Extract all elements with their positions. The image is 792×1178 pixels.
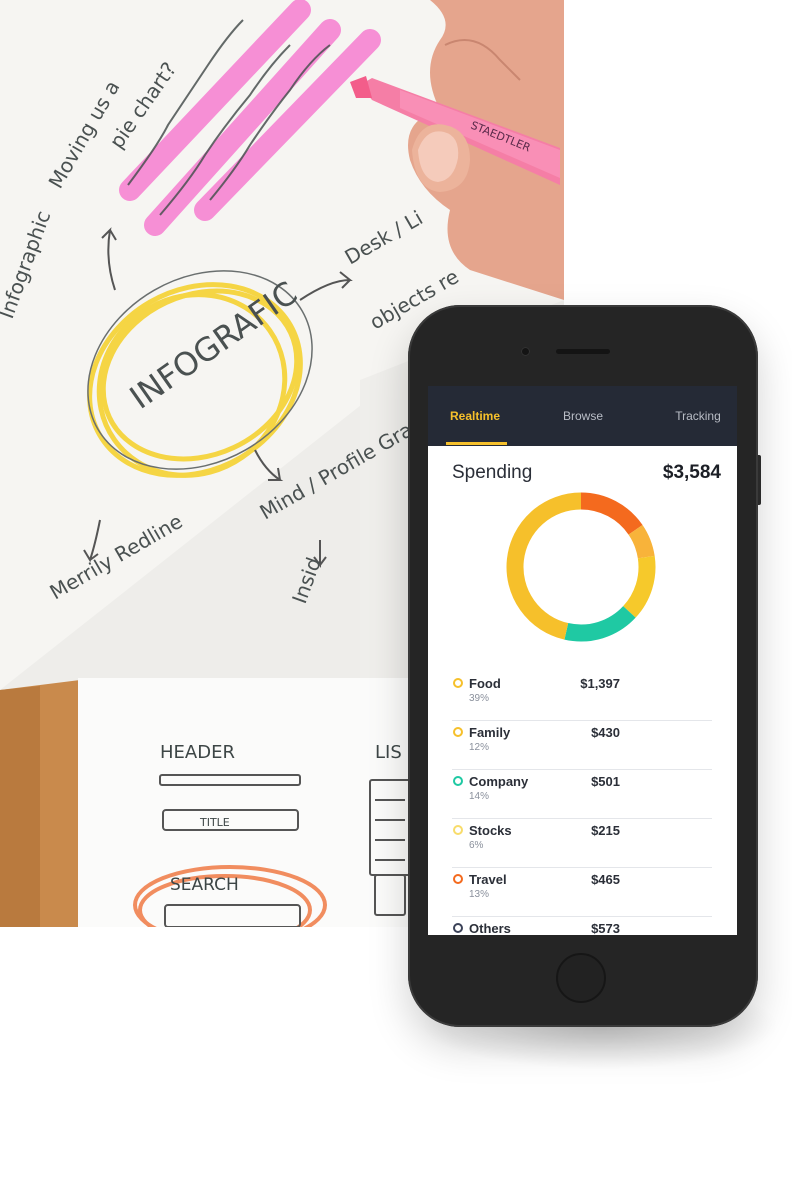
donut-slice-company bbox=[564, 605, 636, 642]
front-camera bbox=[521, 347, 530, 356]
legend-row-stocks[interactable]: Stocks 6% $215 bbox=[452, 819, 712, 868]
legend-row-family[interactable]: Family 12% $430 bbox=[452, 721, 712, 770]
legend-name: Others bbox=[469, 921, 511, 935]
travel-dot-icon bbox=[453, 874, 463, 884]
donut-slice-food bbox=[506, 492, 582, 640]
spending-title: Spending bbox=[452, 462, 533, 483]
svg-text:TITLE: TITLE bbox=[199, 816, 230, 829]
tab-realtime[interactable]: Realtime bbox=[442, 386, 508, 446]
svg-text:LIS: LIS bbox=[375, 742, 402, 763]
earpiece-speaker bbox=[556, 349, 610, 354]
svg-text:SEARCH: SEARCH bbox=[170, 875, 239, 895]
legend-amount: $430 bbox=[591, 725, 620, 740]
legend-name: Company bbox=[469, 774, 529, 789]
legend-amount: $465 bbox=[591, 872, 620, 887]
food-dot-icon bbox=[453, 678, 463, 688]
phone-side-button bbox=[758, 455, 761, 505]
svg-text:HEADER: HEADER bbox=[160, 742, 235, 763]
legend-percent: 14% bbox=[469, 791, 490, 802]
others-dot-icon bbox=[453, 923, 463, 933]
donut-slice-stocks bbox=[628, 525, 655, 559]
donut-slice-family bbox=[622, 555, 656, 618]
donut-slice-travel bbox=[580, 492, 643, 535]
legend-percent: 13% bbox=[469, 889, 490, 900]
home-button[interactable] bbox=[556, 953, 606, 1003]
spending-total: $3,584 bbox=[662, 462, 721, 483]
tab-tracking[interactable]: Tracking bbox=[660, 386, 736, 446]
legend-percent: 6% bbox=[469, 840, 484, 851]
active-tab-indicator bbox=[446, 442, 507, 445]
legend-amount: $215 bbox=[591, 823, 620, 838]
legend-amount: $501 bbox=[591, 774, 620, 789]
legend-percent: 12% bbox=[469, 742, 490, 753]
donut-svg bbox=[506, 492, 656, 642]
phone-device: Realtime Browse Tracking Spending $3,584… bbox=[408, 305, 761, 1027]
legend-name: Food bbox=[469, 676, 501, 691]
stocks-dot-icon bbox=[453, 825, 463, 835]
legend-amount: $573 bbox=[591, 921, 620, 935]
spending-donut-chart bbox=[503, 489, 659, 645]
company-dot-icon bbox=[453, 776, 463, 786]
legend-percent: 39% bbox=[469, 693, 490, 704]
legend-row-others[interactable]: Others $573 bbox=[452, 917, 712, 935]
tab-bar: Realtime Browse Tracking bbox=[428, 386, 737, 446]
legend-row-company[interactable]: Company 14% $501 bbox=[452, 770, 712, 819]
spending-header: Spending $3,584 bbox=[428, 446, 737, 494]
legend-row-food[interactable]: Food 39% $1,397 bbox=[452, 672, 712, 721]
legend-name: Stocks bbox=[469, 823, 512, 838]
legend-amount: $1,397 bbox=[580, 676, 620, 691]
spending-legend: Food 39% $1,397 Family 12% $430 Company … bbox=[452, 672, 712, 935]
phone-screen: Realtime Browse Tracking Spending $3,584… bbox=[428, 386, 737, 935]
legend-name: Family bbox=[469, 725, 511, 740]
family-dot-icon bbox=[453, 727, 463, 737]
legend-row-travel[interactable]: Travel 13% $465 bbox=[452, 868, 712, 917]
legend-name: Travel bbox=[469, 872, 507, 887]
tab-browse[interactable]: Browse bbox=[550, 386, 616, 446]
